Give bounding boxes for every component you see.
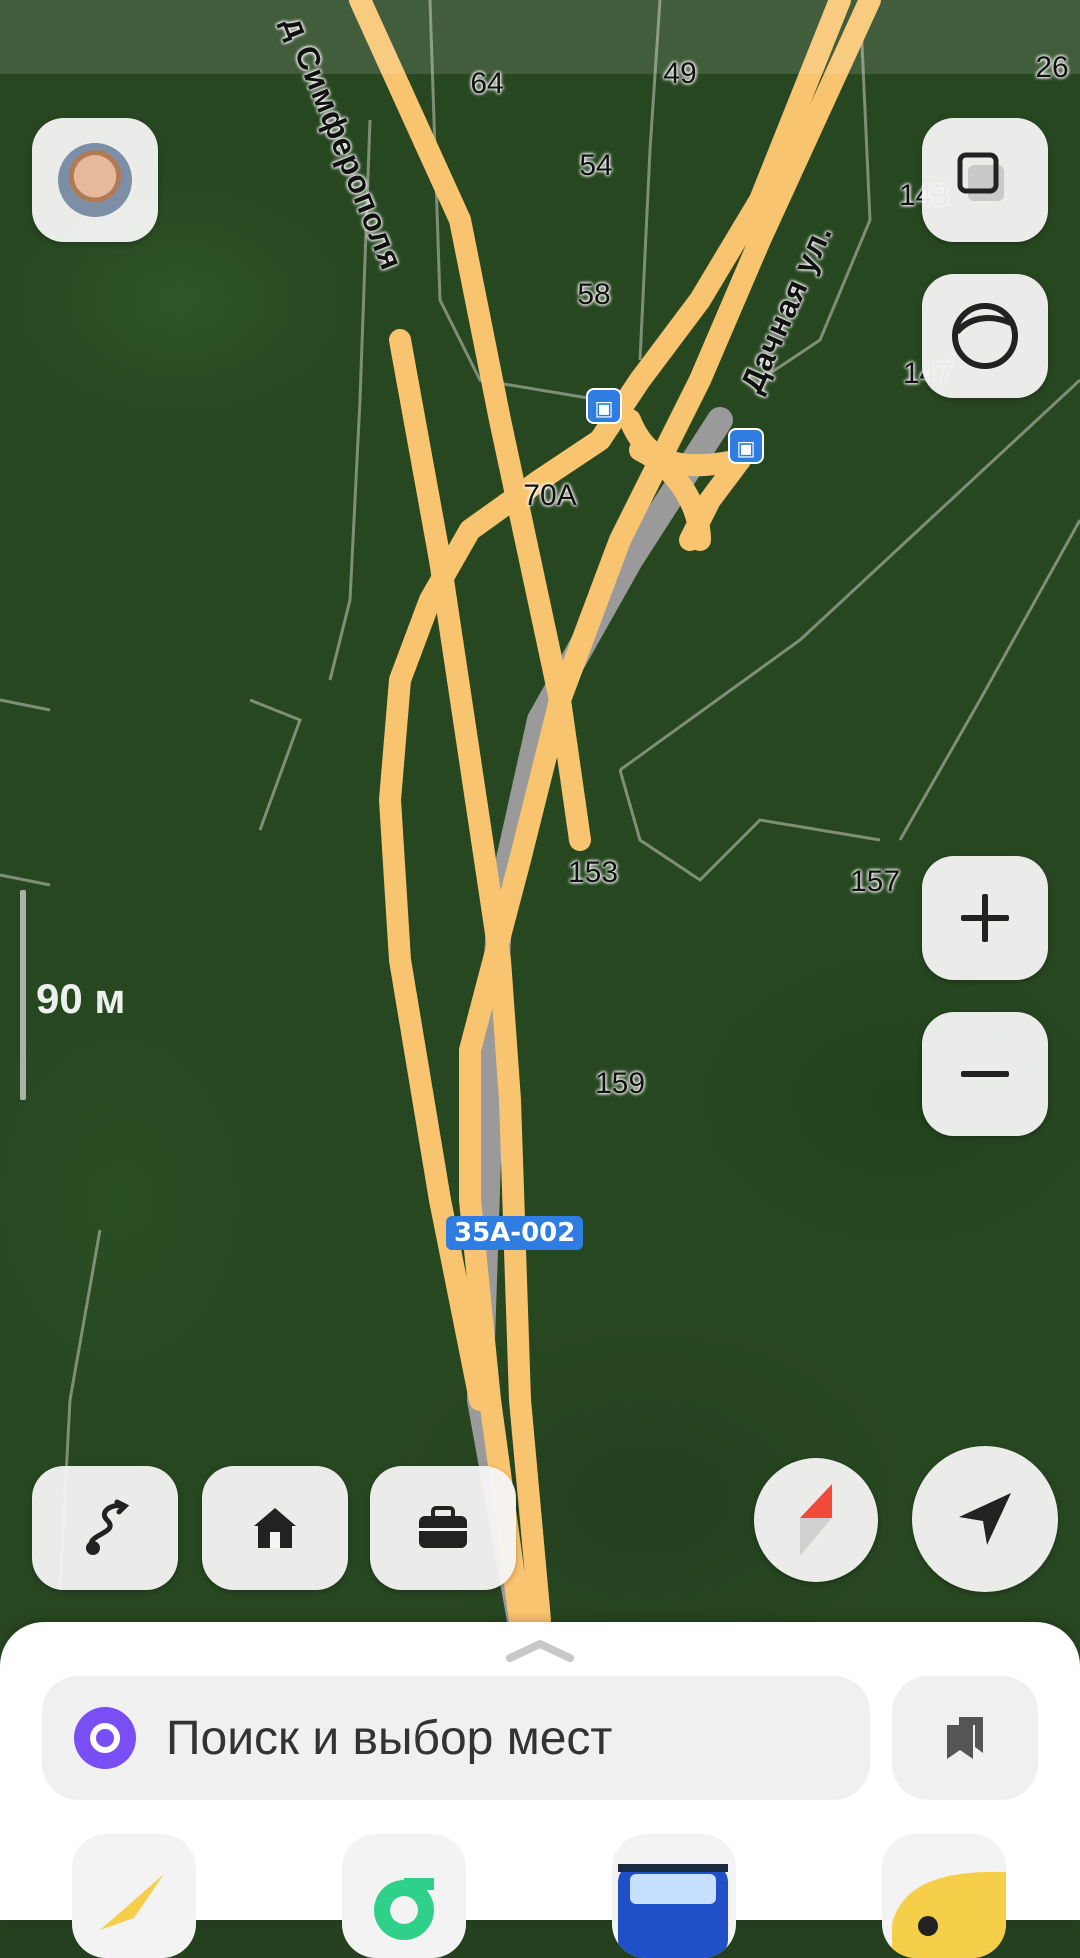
house-number: 159 — [594, 1067, 646, 1100]
zoom-in-button[interactable] — [922, 856, 1048, 980]
market-app-icon[interactable] — [342, 1834, 466, 1958]
minus-icon — [961, 1071, 1009, 1077]
zoom-out-button[interactable] — [922, 1012, 1048, 1136]
scale-label: 90 м — [36, 975, 126, 1022]
my-location-button[interactable] — [912, 1446, 1058, 1592]
bookmarks-button[interactable] — [892, 1676, 1038, 1800]
profile-button[interactable] — [32, 118, 158, 242]
search-placeholder: Поиск и выбор мест — [166, 1711, 613, 1765]
road-number-badge: 35А-002 — [446, 1216, 584, 1250]
avatar — [58, 143, 132, 217]
house-number: 54 — [579, 149, 613, 182]
circle-button[interactable] — [922, 274, 1048, 398]
bus-stop-icon[interactable]: ▣ — [728, 428, 764, 464]
briefcase-icon — [419, 1506, 467, 1548]
house-number: 26 — [1035, 51, 1069, 84]
search-bar[interactable]: Поиск и выбор мест — [42, 1676, 870, 1800]
house-number: 64 — [470, 67, 504, 100]
house-number: 58 — [577, 278, 611, 311]
route-icon — [86, 1499, 130, 1555]
bottom-sheet[interactable]: Поиск и выбор мест — [0, 1622, 1080, 1958]
house-number: 153 — [567, 856, 619, 889]
sheet-grabber-icon[interactable] — [506, 1638, 574, 1662]
poi-label: 70А — [523, 479, 577, 512]
bus-stop-icon[interactable]: ▣ — [586, 388, 622, 424]
layers-button[interactable] — [922, 118, 1048, 242]
home-button[interactable] — [202, 1466, 348, 1590]
route-button[interactable] — [32, 1466, 178, 1590]
compass-button[interactable] — [754, 1458, 878, 1582]
taxi-app-icon[interactable] — [882, 1834, 1006, 1958]
scale-bar — [20, 890, 26, 1100]
house-number: 49 — [663, 57, 697, 90]
house-number: 157 — [849, 865, 901, 898]
compass-icon — [800, 1484, 832, 1556]
alice-icon[interactable] — [74, 1707, 136, 1769]
layers-icon — [957, 152, 1004, 201]
home-icon — [254, 1508, 296, 1548]
navigator-app-icon[interactable] — [72, 1834, 196, 1958]
transport-app-icon[interactable] — [612, 1834, 736, 1958]
bookmarks-icon — [947, 1717, 983, 1759]
status-bar-overlay — [0, 0, 1080, 74]
location-arrow-icon — [959, 1493, 1011, 1545]
circle-icon — [952, 303, 1018, 369]
plus-icon — [961, 894, 1009, 942]
work-button[interactable] — [370, 1466, 516, 1590]
